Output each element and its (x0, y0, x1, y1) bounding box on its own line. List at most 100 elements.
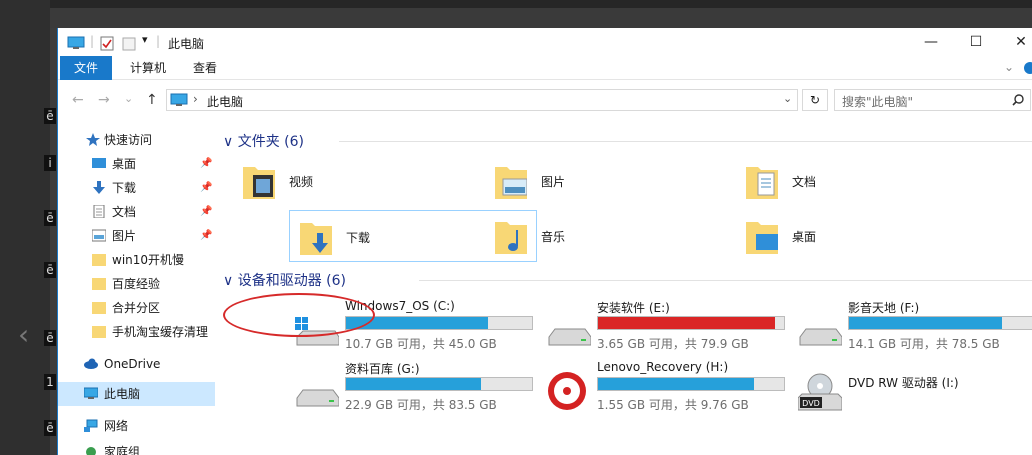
sidebar-item-network[interactable]: 网络 (58, 414, 215, 438)
section-title: 设备和驱动器 (6) (237, 273, 346, 289)
breadcrumb[interactable]: 此电脑 (207, 93, 243, 110)
back-arrow-icon[interactable]: ← (72, 92, 84, 108)
breadcrumb-separator: › (193, 92, 198, 106)
drive-name: 资料百库 (G:) (345, 362, 420, 376)
computer-icon (67, 36, 85, 49)
picture-folder-icon (495, 167, 527, 199)
maximize-button[interactable]: ☐ (956, 32, 996, 54)
hard-drive-icon (799, 328, 842, 346)
section-divider (419, 280, 1032, 281)
sidebar-item-label: OneDrive (104, 357, 161, 371)
desktop-top (0, 0, 1032, 8)
folder-item-desktop[interactable]: 桌面 (736, 210, 984, 262)
quick-access-dropdown-icon[interactable]: ▾ (142, 33, 148, 46)
folders-section-header[interactable]: ∨ 文件夹 (6) (223, 131, 304, 151)
hard-drive-icon (296, 389, 339, 407)
pin-icon[interactable]: 📌 (200, 200, 212, 224)
sidebar-item-label: 手机淘宝缓存清理 (112, 325, 209, 339)
sidebar-item-label: 下载 (112, 181, 137, 195)
video-folder-icon (243, 167, 275, 199)
folder-label: 图片 (541, 175, 566, 189)
up-arrow-icon[interactable]: ↑ (146, 92, 158, 108)
sidebar-item-desktop[interactable]: 桌面 📌 (58, 152, 215, 176)
folder-item-music[interactable]: 音乐 (485, 210, 733, 262)
recovery-drive-icon (548, 372, 586, 410)
pin-icon[interactable]: 📌 (200, 176, 212, 200)
computer-icon (170, 93, 188, 106)
computer-icon (84, 387, 98, 399)
drive-item-i[interactable]: DVD DVD RW 驱动器 (I:) (798, 360, 1032, 418)
title-bar: | ▾ | 此电脑 — ☐ ✕ (58, 28, 1032, 56)
recent-dropdown-icon[interactable]: ⌄ (124, 92, 133, 105)
folder-item-documents[interactable]: 文档 (736, 155, 984, 207)
sidebar-item-label: 快速访问 (104, 133, 153, 147)
help-icon[interactable] (1024, 62, 1032, 74)
sidebar-item-label: 桌面 (112, 157, 137, 171)
desktop-glyph: ē (44, 210, 56, 226)
desktop-glyph: ē (44, 420, 56, 436)
sidebar-item-folder[interactable]: 百度经验 (58, 272, 215, 296)
homegroup-icon (86, 447, 96, 455)
drive-item-g[interactable]: 资料百库 (G:) 22.9 GB 可用，共 83.5 GB (295, 360, 545, 418)
tab-computer[interactable]: 计算机 (120, 56, 176, 80)
sidebar-item-pictures[interactable]: 图片 📌 (58, 224, 215, 248)
drive-item-h[interactable]: Lenovo_Recovery (H:) 1.55 GB 可用，共 9.76 G… (547, 360, 797, 418)
drive-item-f[interactable]: 影音天地 (F:) 14.1 GB 可用，共 78.5 GB (798, 299, 1032, 357)
desktop-glyph: ē (44, 330, 56, 346)
search-input[interactable]: 搜索"此电脑" (834, 89, 1031, 111)
sidebar-item-quick-access[interactable]: 快速访问 (58, 128, 215, 152)
music-folder-icon (495, 222, 527, 254)
sidebar-item-homegroup[interactable]: 家庭组 (58, 440, 215, 455)
download-icon (93, 181, 105, 194)
chevron-down-icon: ∨ (223, 134, 238, 150)
sidebar-item-folder[interactable]: win10开机慢 (58, 248, 215, 272)
folder-item-pictures[interactable]: 图片 (485, 155, 733, 207)
sidebar-item-onedrive[interactable]: OneDrive (58, 352, 215, 376)
new-folder-icon[interactable] (122, 36, 136, 51)
tab-file[interactable]: 文件 (60, 56, 112, 80)
folder-icon (92, 278, 106, 290)
address-row: ← → ⌄ ↑ › 此电脑 ⌄ ↻ 搜索"此电脑" (58, 86, 1032, 116)
drive-name: 安装软件 (E:) (597, 301, 670, 315)
dvd-drive-icon: DVD (798, 373, 842, 411)
refresh-button[interactable]: ↻ (802, 89, 828, 111)
properties-icon[interactable] (100, 36, 114, 51)
svg-text:DVD: DVD (802, 399, 820, 408)
sidebar-item-folder[interactable]: 手机淘宝缓存清理 (58, 320, 215, 344)
pin-icon[interactable]: 📌 (200, 224, 212, 248)
chevron-down-icon: ∨ (223, 273, 238, 289)
pin-icon[interactable]: 📌 (200, 152, 212, 176)
sidebar-item-label: 文档 (112, 205, 137, 219)
hard-drive-icon (548, 328, 591, 346)
sidebar-item-documents[interactable]: 文档 📌 (58, 200, 215, 224)
drive-item-e[interactable]: 安装软件 (E:) 3.65 GB 可用，共 79.9 GB (547, 299, 797, 357)
sidebar-item-downloads[interactable]: 下载 📌 (58, 176, 215, 200)
separator: | (90, 34, 95, 48)
network-icon (84, 419, 98, 432)
address-bar[interactable]: › 此电脑 ⌄ (166, 89, 798, 111)
folder-label: 下载 (346, 231, 371, 245)
sidebar-item-this-pc[interactable]: 此电脑 (58, 382, 215, 406)
drive-usage-fill (598, 378, 755, 390)
search-placeholder: 搜索"此电脑" (842, 95, 914, 109)
forward-arrow-icon[interactable]: → (98, 92, 110, 108)
sidebar-item-folder[interactable]: 合并分区 (58, 296, 215, 320)
minimize-button[interactable]: — (911, 32, 951, 54)
section-divider (339, 141, 1032, 142)
desktop-bar (0, 8, 1032, 28)
chevron-left-icon[interactable]: ‹ (18, 318, 29, 351)
folder-item-video[interactable]: 视频 (233, 155, 481, 207)
drives-section-header[interactable]: ∨ 设备和驱动器 (6) (223, 270, 346, 290)
address-dropdown-icon[interactable]: ⌄ (783, 92, 792, 105)
drive-free-space: 14.1 GB 可用，共 78.5 GB (848, 337, 1000, 351)
tab-view[interactable]: 查看 (184, 56, 226, 80)
document-icon (93, 205, 105, 218)
drive-name: DVD RW 驱动器 (I:) (848, 376, 959, 390)
ribbon-expand-icon[interactable]: ⌄ (1004, 60, 1014, 74)
sidebar-item-label: 图片 (112, 229, 137, 243)
drive-free-space: 10.7 GB 可用，共 45.0 GB (345, 337, 497, 351)
drive-free-space: 1.55 GB 可用，共 9.76 GB (597, 398, 749, 412)
close-button[interactable]: ✕ (1001, 32, 1032, 54)
desktop-glyph: ē (44, 108, 56, 124)
explorer-window: | ▾ | 此电脑 — ☐ ✕ 文件 计算机 查看 ⌄ ← → ⌄ ↑ › 此电… (57, 28, 1032, 455)
